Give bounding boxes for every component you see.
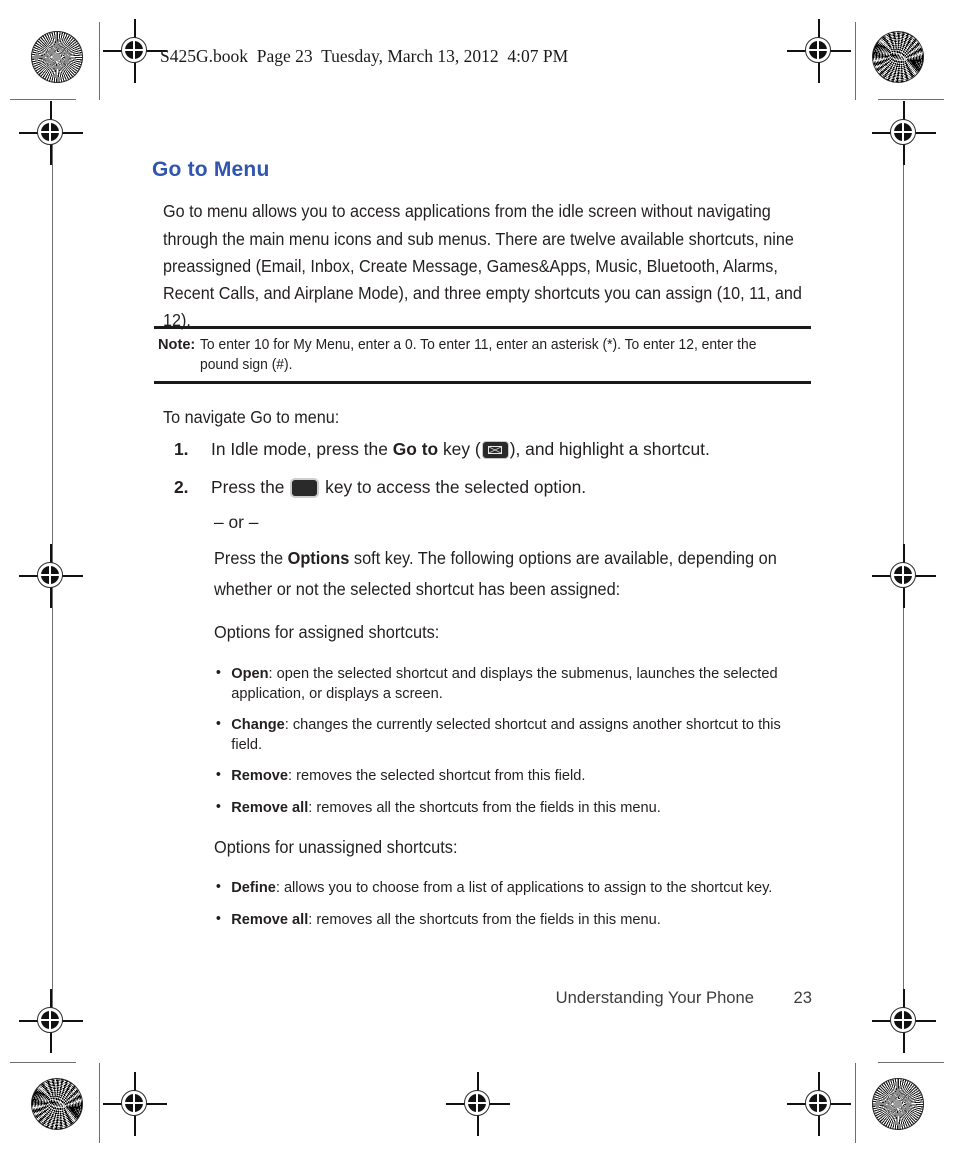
assigned-options-list-block: Open: open the selected shortcut and dis… xyxy=(214,663,814,829)
list-item: Define: allows you to choose from a list… xyxy=(214,877,807,898)
list-item: Remove: removes the selected shortcut fr… xyxy=(214,765,807,786)
note-label: Note: xyxy=(158,337,196,353)
trim-line-top-right xyxy=(878,99,944,100)
numbered-steps: 1. In Idle mode, press the Go to key (),… xyxy=(163,436,813,512)
trim-line-mid-right-b xyxy=(903,578,904,1018)
unassigned-options-list: Define: allows you to choose from a list… xyxy=(214,877,814,930)
press-options-before: Press the xyxy=(214,548,288,568)
registration-mark-top-right xyxy=(787,19,851,83)
trim-line-right-lower xyxy=(855,1063,856,1143)
page-footer: Understanding Your Phone 23 xyxy=(0,988,812,1008)
list-item: Remove all: removes all the shortcuts fr… xyxy=(214,909,807,930)
note-callout: Note: To enter 10 for My Menu, enter a 0… xyxy=(154,326,811,384)
option-desc: : removes the selected shortcut from thi… xyxy=(288,767,586,784)
registration-mark-middle-left xyxy=(19,544,83,608)
assigned-options-list: Open: open the selected shortcut and dis… xyxy=(214,663,814,818)
step-item-1: 1. In Idle mode, press the Go to key (),… xyxy=(163,436,813,462)
intro-paragraph: Go to menu allows you to access applicat… xyxy=(163,201,802,331)
press-options-block: Press the Options soft key. The followin… xyxy=(214,543,814,605)
step2-text-after: key to access the selected option. xyxy=(320,477,587,497)
assigned-heading-block: Options for assigned shortcuts: xyxy=(214,619,814,645)
unassigned-heading-block: Options for unassigned shortcuts: xyxy=(214,834,814,860)
trim-line-left-lower xyxy=(99,1063,100,1143)
moire-target-top-right xyxy=(872,31,924,83)
trim-line-right xyxy=(855,22,856,100)
step1-text-before: In Idle mode, press the xyxy=(211,439,393,459)
trim-line-bottom-left xyxy=(10,1062,76,1063)
navigate-intro-line: To navigate Go to menu: xyxy=(163,407,340,427)
trim-line-top-left xyxy=(10,99,76,100)
list-item: Open: open the selected shortcut and dis… xyxy=(214,663,807,703)
registration-mark-upper-left xyxy=(19,101,83,165)
footer-page-number: 23 xyxy=(793,988,812,1007)
step2-text-before: Press the xyxy=(211,477,290,497)
trim-line-mid-left xyxy=(52,135,53,575)
rosette-target-top-left xyxy=(31,31,83,83)
note-text: To enter 10 for My Menu, enter a 0. To e… xyxy=(200,337,757,373)
footer-section-label: Understanding Your Phone xyxy=(555,988,754,1007)
or-separator-block: – or – xyxy=(214,509,814,535)
page-title: Go to Menu xyxy=(152,158,270,182)
option-term: Remove xyxy=(231,767,289,784)
registration-mark-middle-right xyxy=(872,544,936,608)
step-number: 1. xyxy=(174,439,189,459)
option-desc: : open the selected shortcut and display… xyxy=(231,665,778,702)
step1-text-mid: key ( xyxy=(438,439,481,459)
registration-mark-bottom-left xyxy=(103,1072,167,1136)
rosette-target-bottom-right xyxy=(872,1078,924,1130)
moire-target-bottom-left xyxy=(31,1078,83,1130)
step-number: 2. xyxy=(174,477,189,497)
option-term: Define xyxy=(231,879,276,896)
registration-mark-bottom-center xyxy=(446,1072,510,1136)
option-term: Change xyxy=(231,716,285,733)
option-term: Remove all xyxy=(231,910,309,928)
book-file-stamp: S425G.book Page 23 Tuesday, March 13, 20… xyxy=(160,46,569,66)
note-rule-bottom xyxy=(154,381,811,384)
step1-text-after: ), and highlight a shortcut. xyxy=(509,439,710,459)
option-term: Open xyxy=(231,665,269,682)
list-item: Remove all: removes all the shortcuts fr… xyxy=(214,797,807,818)
option-desc: : changes the currently selected shortcu… xyxy=(231,716,781,753)
press-options-paragraph: Press the Options soft key. The followin… xyxy=(214,543,814,605)
trim-line-left xyxy=(99,22,100,100)
option-term: Remove all xyxy=(231,798,309,816)
option-desc: : removes all the shortcuts from the fie… xyxy=(308,910,661,928)
registration-mark-upper-right xyxy=(872,101,936,165)
options-bold-term: Options xyxy=(287,548,350,568)
trim-line-mid-right xyxy=(903,135,904,575)
registration-mark-lower-right xyxy=(872,989,936,1053)
trim-line-bottom-right xyxy=(878,1062,944,1063)
unassigned-options-heading: Options for unassigned shortcuts: xyxy=(214,837,458,857)
unassigned-options-list-block: Define: allows you to choose from a list… xyxy=(214,877,814,941)
registration-mark-top-left xyxy=(103,19,167,83)
list-item: Change: changes the currently selected s… xyxy=(214,714,807,754)
step-text: In Idle mode, press the Go to key ( ), an… xyxy=(211,436,813,462)
trim-line-mid-left-b xyxy=(52,578,53,1018)
step1-bold-term: Go to xyxy=(392,439,439,459)
step-text: Press the key to access the selected opt… xyxy=(211,474,813,500)
select-key-icon xyxy=(290,478,320,498)
or-separator: – or – xyxy=(214,512,259,532)
assigned-options-heading: Options for assigned shortcuts: xyxy=(214,622,440,642)
envelope-key-icon xyxy=(481,441,509,459)
option-desc: : allows you to choose from a list of ap… xyxy=(275,879,773,896)
option-desc: : removes all the shortcuts from the fie… xyxy=(308,798,661,816)
registration-mark-bottom-right xyxy=(787,1072,851,1136)
step-item-2: 2. Press the key to access the selected … xyxy=(163,474,813,500)
